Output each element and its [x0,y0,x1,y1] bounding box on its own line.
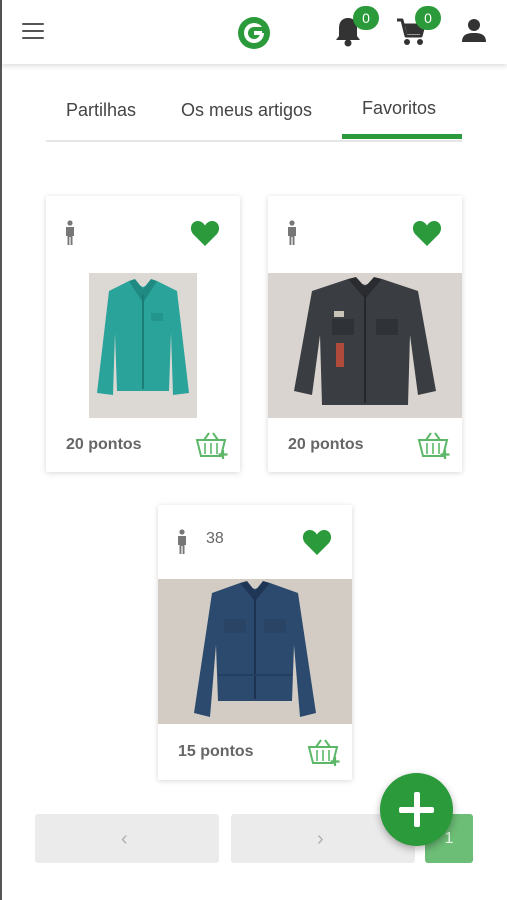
previous-page-button[interactable]: ‹ [35,814,219,863]
tab-favoritos[interactable]: Favoritos [362,98,436,119]
item-photo [89,273,197,418]
add-to-basket-icon[interactable] [416,430,450,460]
item-points: 15 pontos [178,743,254,760]
hamburger-menu-icon[interactable] [22,22,46,40]
notifications-button[interactable]: 0 [333,6,379,50]
heart-icon[interactable] [412,219,442,247]
heart-icon[interactable] [302,528,332,556]
person-icon [66,220,74,245]
active-tab-indicator [342,134,462,139]
tab-os-meus-artigos[interactable]: Os meus artigos [181,100,312,121]
item-card[interactable]: 38 15 pontos [158,505,352,780]
item-points: 20 pontos [66,436,142,453]
person-icon [288,220,296,245]
item-points: 20 pontos [288,436,364,453]
item-photo [158,579,352,724]
tab-partilhas[interactable]: Partilhas [66,100,136,121]
window-edge [0,0,2,900]
cart-button[interactable]: 0 [395,6,441,50]
tab-bar: Partilhas Os meus artigos Favoritos [46,92,462,142]
chevron-right-icon: › [317,828,324,850]
app-header: 0 0 [2,0,507,64]
plus-icon-bar [399,807,434,813]
heart-icon[interactable] [190,219,220,247]
add-to-basket-icon[interactable] [306,737,340,767]
person-icon [178,529,186,554]
item-card[interactable]: 20 pontos [46,196,240,472]
cart-badge: 0 [415,6,441,30]
item-card[interactable]: 20 pontos [268,196,462,472]
add-to-basket-icon[interactable] [194,430,228,460]
chevron-left-icon: ‹ [121,828,128,850]
user-account-button[interactable] [460,14,496,50]
app-logo-icon[interactable] [237,16,271,50]
item-photo [268,273,462,418]
notifications-badge: 0 [353,6,379,30]
item-size: 38 [206,530,224,547]
add-item-fab[interactable] [380,773,453,846]
user-icon [462,19,486,42]
